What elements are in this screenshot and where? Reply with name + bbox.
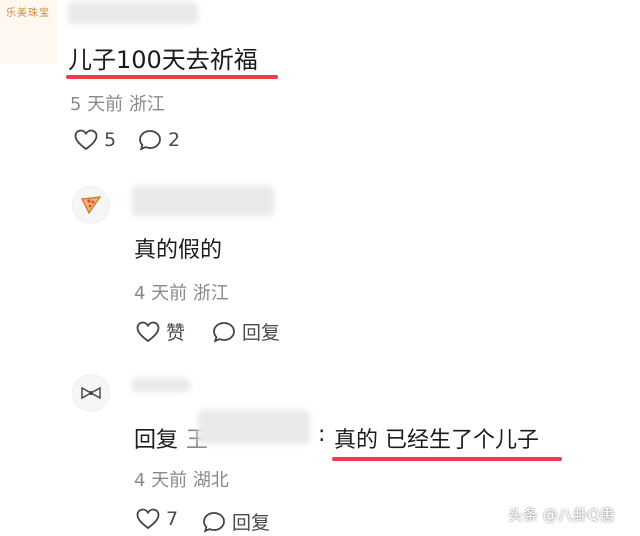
reply1-reply-label: 回复 <box>242 322 281 344</box>
reply1-like-button[interactable]: 赞 <box>136 318 185 345</box>
reply1-text: 真的假的 <box>134 238 223 263</box>
reply2-prefix: 回复 <box>134 428 179 453</box>
blurred-target-name <box>198 410 310 444</box>
reply2-avatar[interactable] <box>72 374 110 412</box>
comment-icon <box>203 511 225 533</box>
highlight-underline <box>332 457 562 461</box>
pizza-icon <box>81 196 102 215</box>
blurred-username <box>68 2 198 24</box>
post-like-count: 5 <box>104 129 117 151</box>
watermark: 头条 @八卦Q患 <box>508 506 615 524</box>
heart-icon <box>74 129 98 151</box>
reply1-avatar[interactable] <box>72 186 110 224</box>
post-comment-button[interactable]: 2 <box>138 129 180 151</box>
post-comment-count: 2 <box>168 129 181 151</box>
comment-icon <box>213 321 235 343</box>
reply2-reply-label: 回复 <box>232 512 271 534</box>
reply2-like-count: 7 <box>166 508 179 530</box>
post-meta: 5 天前 浙江 <box>70 94 165 115</box>
highlight-underline <box>66 75 278 79</box>
account-logo[interactable]: 乐美珠宝 <box>0 0 58 64</box>
logo-text: 乐美珠宝 <box>6 8 50 19</box>
post-text: 儿子100天去祈福 <box>68 46 258 74</box>
reply2-reply-button[interactable]: 回复 <box>202 508 270 535</box>
heart-icon <box>136 508 160 530</box>
reply1-reply-button[interactable]: 回复 <box>212 318 280 345</box>
heart-icon <box>136 321 160 342</box>
reply2-like-button[interactable]: 7 <box>136 508 178 530</box>
reply2-text: 真的 已经生了个儿子 <box>334 428 539 453</box>
reply1-meta: 4 天前 浙江 <box>134 283 229 304</box>
reply2-meta: 4 天前 湖北 <box>134 470 229 491</box>
reply2-separator: : <box>318 422 326 447</box>
blurred-username <box>132 186 274 216</box>
reply1-like-label: 赞 <box>166 322 186 344</box>
comment-icon <box>139 130 161 151</box>
bow-icon <box>81 386 101 400</box>
post-like-button[interactable]: 5 <box>74 129 116 151</box>
blurred-username <box>132 378 190 392</box>
